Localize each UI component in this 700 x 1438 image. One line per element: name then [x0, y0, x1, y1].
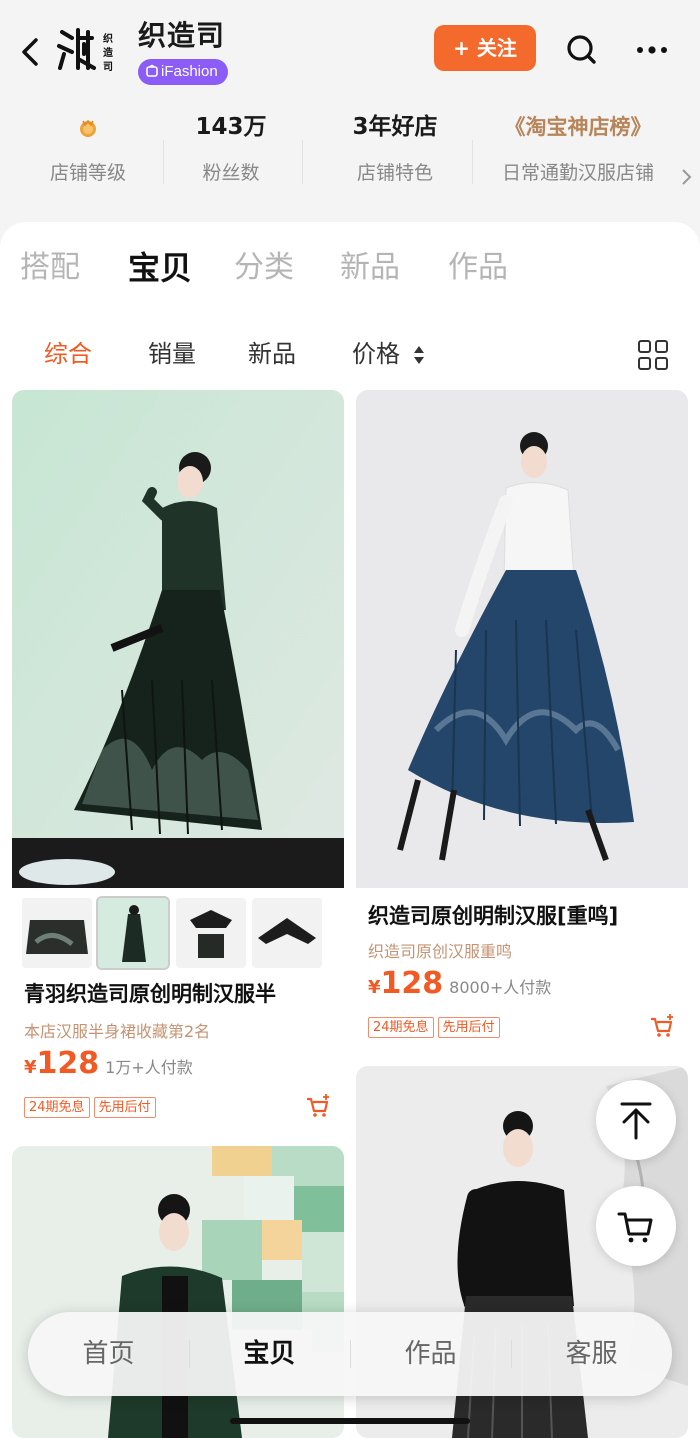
tab-works[interactable]: 作品: [448, 242, 508, 294]
stat-store-level-label: 店铺等级: [49, 162, 126, 184]
tab-products[interactable]: 宝贝: [128, 242, 192, 294]
product-title[interactable]: 织造司原创明制汉服[重鸣]: [368, 900, 680, 930]
add-to-cart-icon[interactable]: [304, 1092, 332, 1120]
more-dots-icon: [637, 46, 667, 54]
sales-count: 8000+人付款: [449, 978, 552, 997]
back-arrow-icon: [22, 38, 38, 66]
brand-badge: iFashion: [138, 59, 228, 85]
thumbnail-row: [12, 896, 344, 970]
sort-updown-icon: [413, 346, 424, 364]
store-stats[interactable]: 店铺等级 143万 粉丝数 3年好店 店铺特色 《淘宝神店榜》 日常通勤汉服店铺: [0, 110, 700, 210]
scroll-to-top-button[interactable]: [596, 1080, 676, 1160]
svg-text:司: 司: [103, 61, 113, 73]
sort-price-label: 价格: [352, 340, 400, 368]
stat-divider: [472, 140, 473, 184]
stat-ranking-label: 日常通勤汉服店铺: [501, 162, 654, 184]
search-icon: [567, 35, 596, 64]
product-subtitle: 本店汉服半身裙收藏第2名: [24, 1022, 211, 1041]
price-symbol: ¥: [24, 1057, 37, 1078]
product-title[interactable]: 青羽织造司原创明制汉服半: [24, 978, 336, 1008]
grid-view-icon[interactable]: [636, 338, 670, 372]
chevron-right-icon[interactable]: [680, 166, 694, 188]
more-button[interactable]: [628, 28, 676, 72]
svg-text:造: 造: [103, 46, 114, 59]
product-card[interactable]: 青羽织造司原创明制汉服半 本店汉服半身裙收藏第2名 ¥128 1万+人付款 24期…: [12, 390, 344, 1128]
store-logo-icon: 织 造 司: [57, 28, 114, 73]
arrow-up-icon: [620, 1102, 652, 1140]
thumbnail-skirt-flat: [26, 920, 88, 954]
main-tabs: 搭配 宝贝 分类 新品 作品: [0, 242, 700, 298]
nav-works[interactable]: 作品: [350, 1312, 511, 1396]
sort-price[interactable]: 价格: [352, 330, 426, 378]
product-photo-blue-hanfu: [356, 390, 688, 888]
store-name: 织造司: [138, 19, 226, 52]
stat-store-level-value: [28, 110, 148, 144]
nav-customer-service[interactable]: 客服: [511, 1312, 672, 1396]
sort-comprehensive[interactable]: 综合: [44, 330, 92, 378]
stat-store-feature[interactable]: 3年好店 店铺特色: [330, 110, 460, 200]
product-image[interactable]: [12, 390, 344, 888]
svg-text:织: 织: [103, 32, 113, 45]
tab-outfits[interactable]: 搭配: [20, 242, 80, 294]
store-header: 织 造 司 织造司 iFashion + 关注: [0, 0, 700, 100]
product-card[interactable]: 织造司原创明制汉服[重鸣] 织造司原创汉服重鸣 ¥128 8000+人付款 24期…: [356, 390, 688, 1050]
tag-row: 24期免息 先用后付: [368, 1016, 504, 1038]
promo-tag: 24期免息: [368, 1017, 434, 1038]
bottom-nav: 首页 宝贝 作品 客服: [28, 1312, 672, 1396]
product-subtitle: 织造司原创汉服重鸣: [368, 942, 513, 961]
promo-tag: 先用后付: [93, 1097, 156, 1118]
stat-fans-value: 143万: [195, 114, 267, 140]
product-image[interactable]: [356, 390, 688, 888]
stat-store-feature-value: 3年好店: [352, 114, 438, 140]
home-indicator: [230, 1418, 470, 1424]
thumbnail[interactable]: [22, 898, 92, 968]
sort-bar: 综合 销量 新品 价格: [0, 330, 700, 380]
thumbnail[interactable]: [252, 898, 322, 968]
stat-fans-label: 粉丝数: [202, 162, 260, 184]
brand-badge-label: iFashion: [161, 63, 218, 80]
stat-ranking-value: 《淘宝神店榜》: [504, 115, 652, 139]
promo-tag: 24期免息: [24, 1097, 90, 1118]
nav-products[interactable]: 宝贝: [189, 1312, 350, 1396]
stat-fans[interactable]: 143万 粉丝数: [176, 110, 286, 200]
crown-medal-icon: [80, 119, 96, 137]
price-symbol: ¥: [368, 977, 381, 998]
sort-new[interactable]: 新品: [248, 330, 296, 378]
tab-categories[interactable]: 分类: [234, 242, 294, 294]
nav-home[interactable]: 首页: [28, 1312, 189, 1396]
thumbnail-jacket-skirt: [190, 910, 232, 958]
sort-sales[interactable]: 销量: [148, 330, 196, 378]
thumbnail[interactable]: [176, 898, 246, 968]
stat-store-feature-label: 店铺特色: [356, 162, 433, 184]
shopping-cart-button[interactable]: [596, 1186, 676, 1266]
stat-store-level[interactable]: 店铺等级: [28, 110, 148, 200]
price-row: ¥128 8000+人付款: [368, 966, 551, 1001]
thumbnail[interactable]: [96, 896, 170, 970]
store-logo[interactable]: 织 造 司: [56, 24, 128, 76]
sales-count: 1万+人付款: [105, 1058, 193, 1077]
bag-icon: [146, 64, 158, 77]
follow-button[interactable]: + 关注: [434, 25, 536, 71]
thumbnail-model: [98, 898, 168, 968]
cart-icon: [617, 1212, 653, 1243]
promo-tag: 先用后付: [437, 1017, 500, 1038]
price-row: ¥128 1万+人付款: [24, 1046, 193, 1081]
stat-divider: [163, 140, 164, 184]
product-photo-green-hanfu: [12, 390, 344, 888]
tab-new[interactable]: 新品: [340, 242, 400, 294]
price-value: 128: [380, 966, 444, 1001]
add-to-cart-icon[interactable]: [648, 1012, 676, 1040]
back-button[interactable]: [14, 30, 48, 74]
search-button[interactable]: [560, 28, 604, 72]
thumbnail-jacket: [258, 918, 316, 944]
price-value: 128: [36, 1046, 100, 1081]
stat-ranking[interactable]: 《淘宝神店榜》 日常通勤汉服店铺: [484, 110, 672, 200]
tag-row: 24期免息 先用后付: [24, 1096, 160, 1118]
stat-divider: [302, 140, 303, 184]
